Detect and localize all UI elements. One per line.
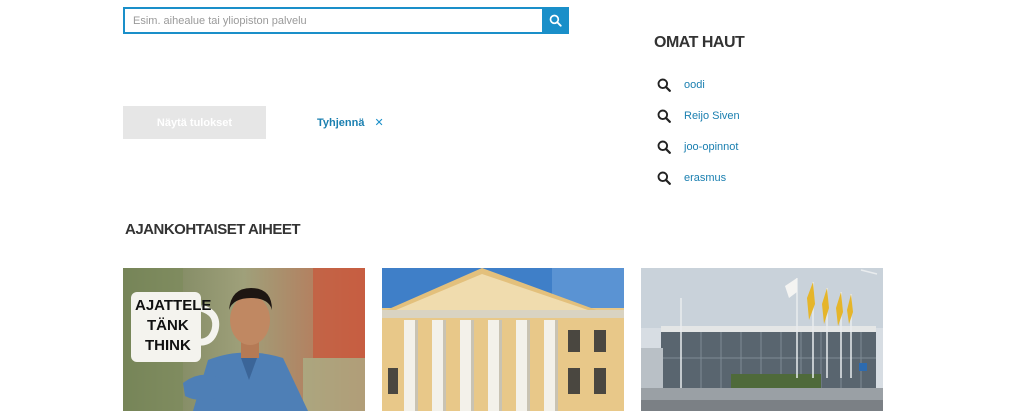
saved-searches-title: OMAT HAUT bbox=[654, 34, 745, 51]
topics-title: AJANKOHTAISET AIHEET bbox=[125, 221, 301, 238]
saved-search-link[interactable]: oodi bbox=[684, 79, 705, 91]
search-icon bbox=[657, 140, 671, 154]
saved-search-item[interactable]: joo-opinnot bbox=[657, 131, 740, 162]
clear-label: Tyhjennä bbox=[317, 116, 365, 129]
saved-search-item[interactable]: Reijo Siven bbox=[657, 100, 740, 131]
saved-search-link[interactable]: Reijo Siven bbox=[684, 110, 740, 122]
topic-card-campus[interactable] bbox=[641, 268, 883, 411]
topic-card-thinking[interactable]: AJATTELE TÄNK THINK bbox=[123, 268, 365, 411]
search-icon bbox=[657, 171, 671, 185]
topic-card-university[interactable] bbox=[382, 268, 624, 411]
mug-text-line-1: AJATTELE bbox=[135, 297, 211, 314]
saved-search-link[interactable]: joo-opinnot bbox=[684, 141, 738, 153]
search-button[interactable] bbox=[542, 7, 569, 34]
mug-text-line-2: TÄNK bbox=[147, 317, 189, 334]
man-with-mug-photo: AJATTELE TÄNK THINK bbox=[123, 268, 365, 411]
search-icon bbox=[549, 14, 562, 27]
search-icon bbox=[657, 109, 671, 123]
search-bar bbox=[123, 7, 569, 34]
saved-search-link[interactable]: erasmus bbox=[684, 172, 726, 184]
saved-search-item[interactable]: erasmus bbox=[657, 162, 740, 193]
show-results-button[interactable]: Näytä tulokset bbox=[123, 106, 266, 139]
saved-searches-list: oodi Reijo Siven joo-opinnot erasmus bbox=[657, 69, 740, 193]
close-icon: ✕ bbox=[374, 117, 384, 129]
university-main-building-photo bbox=[382, 268, 624, 411]
mug-text-line-3: THINK bbox=[145, 337, 191, 354]
clear-button[interactable]: Tyhjennä ✕ bbox=[317, 116, 384, 130]
search-input[interactable] bbox=[123, 7, 542, 34]
saved-search-item[interactable]: oodi bbox=[657, 69, 740, 100]
modern-campus-building-with-flags-photo bbox=[641, 268, 883, 411]
search-icon bbox=[657, 78, 671, 92]
